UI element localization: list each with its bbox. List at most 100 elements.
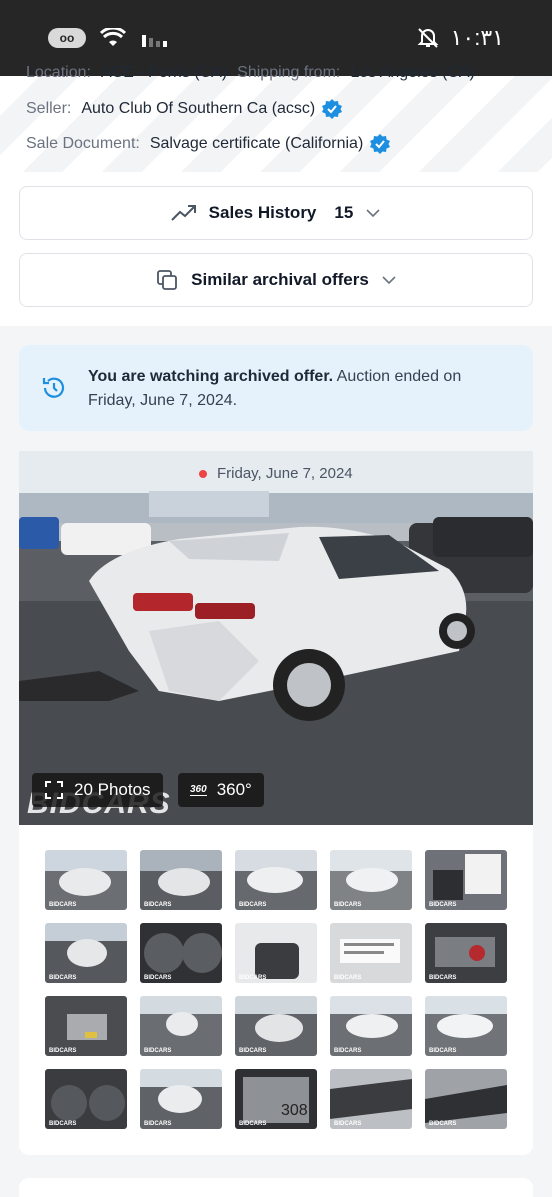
thumbnail-image	[247, 867, 303, 893]
notice-text: You are watching archived offer. Auction…	[88, 365, 508, 413]
thumbnail[interactable]: BIDCARS	[45, 1069, 127, 1129]
thumbnail-watermark: BIDCARS	[429, 902, 457, 908]
thumbnail[interactable]: BIDCARS	[140, 850, 222, 910]
thumbnail[interactable]: BIDCARS	[330, 996, 412, 1056]
sales-history-count: 15	[334, 203, 354, 222]
thumbnail-watermark: BIDCARS	[144, 902, 172, 908]
thumbnail-image	[346, 1014, 398, 1038]
thumbnail[interactable]: BIDCARS	[330, 850, 412, 910]
view-360-button[interactable]: 360 360°	[178, 773, 264, 807]
thumbnail[interactable]: BIDCARS	[425, 923, 507, 983]
battery-icon: oo	[48, 28, 86, 48]
fullscreen-icon	[45, 781, 63, 799]
archived-offer-notice: You are watching archived offer. Auction…	[19, 345, 533, 431]
thumbnail-watermark: BIDCARS	[429, 1121, 457, 1127]
thumbnail-watermark: BIDCARS	[429, 1048, 457, 1054]
battery-text: oo	[59, 31, 75, 45]
thumbnail-watermark: BIDCARS	[334, 975, 362, 981]
thumbnail-image	[346, 868, 398, 892]
thumbnail-watermark: BIDCARS	[144, 1048, 172, 1054]
thumbnail[interactable]: BIDCARS	[235, 923, 317, 983]
location-value: ACE - Perris (CA)	[100, 64, 228, 81]
sales-history-label: Sales History	[208, 203, 317, 222]
thumbnail-watermark: BIDCARS	[144, 975, 172, 981]
thumbnail-image	[158, 868, 210, 896]
thumbnail[interactable]: BIDCARS	[235, 850, 317, 910]
date-dot-icon	[199, 469, 207, 478]
thumbnail-watermark: BIDCARS	[429, 975, 457, 981]
thumbnail-image	[437, 1014, 493, 1038]
history-icon	[42, 377, 65, 398]
thumbnail[interactable]: BIDCARS	[140, 996, 222, 1056]
thumbnail-image	[158, 1085, 202, 1113]
verified-badge-icon	[370, 134, 391, 154]
seller-value: Auto Club Of Southern Ca (acsc)	[81, 100, 316, 117]
main-photo[interactable]: Friday, June 7, 2024 BIDCARS 20 Photos 3…	[19, 451, 533, 825]
svg-text:308: 308	[281, 1102, 308, 1119]
thumbnail-image: 308	[243, 1077, 309, 1123]
thumbnail[interactable]: BIDCARS	[235, 996, 317, 1056]
photos-count-label: 20 Photos	[74, 780, 151, 799]
thumbnail-image	[59, 868, 111, 896]
thumbnail-watermark: BIDCARS	[239, 1048, 267, 1054]
location-label: Location:	[26, 64, 91, 81]
similar-offers-toggle[interactable]: Similar archival offers	[19, 253, 533, 307]
thumbnail-image	[144, 933, 222, 973]
thumbnail[interactable]: BIDCARS	[140, 923, 222, 983]
thumbnail-image	[166, 1012, 198, 1036]
thumbnail-watermark: BIDCARS	[239, 975, 267, 981]
thumbnail-watermark: BIDCARS	[239, 902, 267, 908]
thumbnail[interactable]: BIDCARS	[330, 1069, 412, 1129]
view-360-label: 360°	[216, 780, 252, 799]
thumbnail-watermark: BIDCARS	[144, 1121, 172, 1127]
sale-document-value: Salvage certificate (California)	[149, 135, 364, 152]
shipping-value: Los Angeles (CA)	[350, 64, 475, 81]
trending-up-icon	[170, 205, 196, 221]
photos-button[interactable]: 20 Photos	[32, 773, 163, 807]
photo-date: Friday, June 7, 2024	[217, 465, 353, 482]
thumbnail-image	[340, 939, 400, 963]
thumbnail[interactable]: BIDCARS	[330, 923, 412, 983]
thumbnail-watermark: BIDCARS	[49, 1121, 77, 1127]
clock-text: ١٠:٣١	[450, 25, 504, 50]
bell-off-icon	[417, 28, 439, 48]
sale-document-label: Sale Document:	[26, 135, 140, 152]
sales-history-toggle[interactable]: Sales History 15	[19, 186, 533, 240]
thumbnail[interactable]: 308 BIDCARS	[235, 1069, 317, 1129]
thumbnail[interactable]: BIDCARS	[45, 850, 127, 910]
thumbnail-image	[330, 1079, 412, 1119]
thumbnail-watermark: BIDCARS	[49, 902, 77, 908]
thumbnail-image	[51, 1085, 125, 1121]
sale-document-row: Sale Document: Salvage certificate (Cali…	[26, 133, 391, 155]
wifi-icon	[100, 28, 126, 46]
thumbnail[interactable]: BIDCARS	[45, 996, 127, 1056]
thumbnail[interactable]: BIDCARS	[45, 923, 127, 983]
car-photo	[19, 451, 533, 825]
thumbnail-image	[435, 937, 495, 967]
seller-label: Seller:	[26, 100, 72, 117]
photo-date-tag: Friday, June 7, 2024	[199, 465, 353, 482]
thumbnail-watermark: BIDCARS	[334, 902, 362, 908]
thumbnail[interactable]: BIDCARS	[425, 996, 507, 1056]
chevron-down-icon	[382, 276, 396, 285]
vehicle-info-section: Location: ACE - Perris (CA) Shipping fro…	[0, 64, 552, 172]
360-icon: 360	[190, 784, 207, 796]
verified-badge-icon	[322, 99, 343, 119]
thumbnail-watermark: BIDCARS	[334, 1121, 362, 1127]
shipping-label: Shipping from:	[237, 64, 341, 81]
thumbnail-watermark: BIDCARS	[49, 1048, 77, 1054]
signal-icon	[142, 35, 167, 47]
chevron-down-icon	[366, 209, 380, 218]
thumbnail[interactable]: BIDCARS	[425, 850, 507, 910]
copy-icon	[157, 270, 178, 290]
similar-offers-label: Similar archival offers	[191, 270, 369, 289]
thumbnail-watermark: BIDCARS	[334, 1048, 362, 1054]
thumbnail-image	[433, 854, 501, 900]
thumbnail[interactable]: BIDCARS	[140, 1069, 222, 1129]
thumbnail-image	[425, 1085, 507, 1123]
thumbnail-watermark: BIDCARS	[239, 1121, 267, 1127]
thumbnail[interactable]: BIDCARS	[425, 1069, 507, 1129]
next-section-card	[19, 1178, 533, 1197]
thumbnails-grid: BIDCARS BIDCARS BIDCARS BIDCARS BIDCARS …	[19, 825, 533, 1155]
thumbnail-watermark: BIDCARS	[49, 975, 77, 981]
